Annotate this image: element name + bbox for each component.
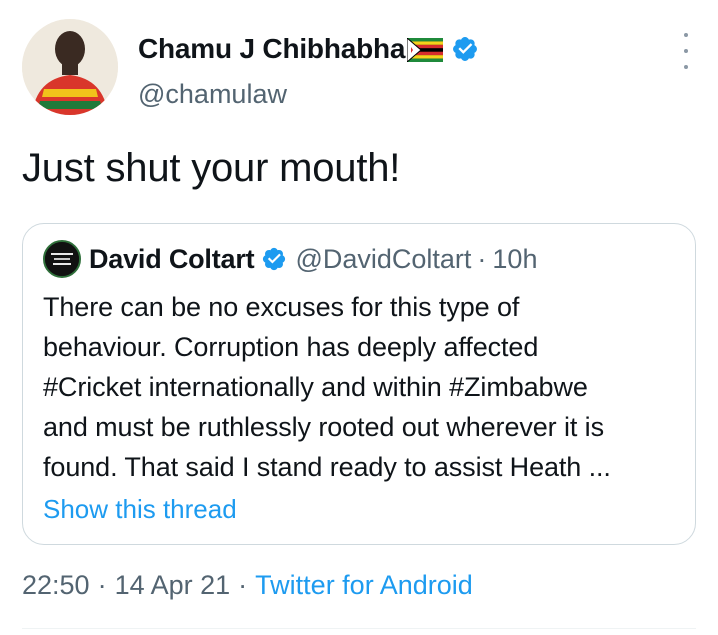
verified-badge-icon [451,35,479,63]
tweet-date[interactable]: 14 Apr 21 [115,570,231,601]
quoted-tweet-text: There can be no excuses for this type of… [43,287,683,487]
show-thread-link[interactable]: Show this thread [43,494,237,525]
quoted-tweet-time[interactable]: 10h [492,244,537,275]
zimbabwe-flag-icon [406,36,444,64]
quoted-text-line: behaviour. Corruption has deeply affecte… [43,332,539,362]
quoted-text-line: There can be no excuses for this type of [43,292,520,322]
verified-badge-icon [261,246,287,272]
separator-dot: · [477,243,487,274]
more-dot [684,49,688,53]
more-dot [684,65,688,69]
separator-dot: · [97,570,107,600]
tweet-header: Chamu J Chibhabha @chamulaw [22,19,702,119]
tweet-text: Just shut your mouth! [22,146,401,190]
quoted-author-avatar[interactable] [43,240,81,278]
avatar[interactable] [22,19,118,115]
quoted-text-line: and must be ruthlessly rooted out wherev… [43,412,604,442]
author-name-row: Chamu J Chibhabha [138,33,479,65]
quoted-tweet-card[interactable]: David Coltart @DavidColtart · 10h There … [22,223,696,545]
quoted-tweet-header: David Coltart @DavidColtart · 10h [43,240,537,278]
more-dot [684,33,688,37]
quoted-text-line: #Cricket internationally and within #Zim… [43,372,588,402]
tweet-source-link[interactable]: Twitter for Android [255,570,473,601]
author-name[interactable]: Chamu J Chibhabha [138,33,405,65]
quoted-text-line: found. That said I stand ready to assist… [43,452,611,482]
separator-dot: · [238,570,248,600]
author-handle[interactable]: @chamulaw [138,79,287,110]
tweet-time[interactable]: 22:50 [22,570,90,601]
more-options-icon[interactable] [676,33,696,69]
quoted-author-handle[interactable]: @DavidColtart [295,244,471,275]
divider [22,628,696,629]
quoted-author-name[interactable]: David Coltart [89,244,255,275]
avatar-photo [22,19,118,115]
tweet-meta: 22:50 · 14 Apr 21 · Twitter for Android [22,570,473,601]
